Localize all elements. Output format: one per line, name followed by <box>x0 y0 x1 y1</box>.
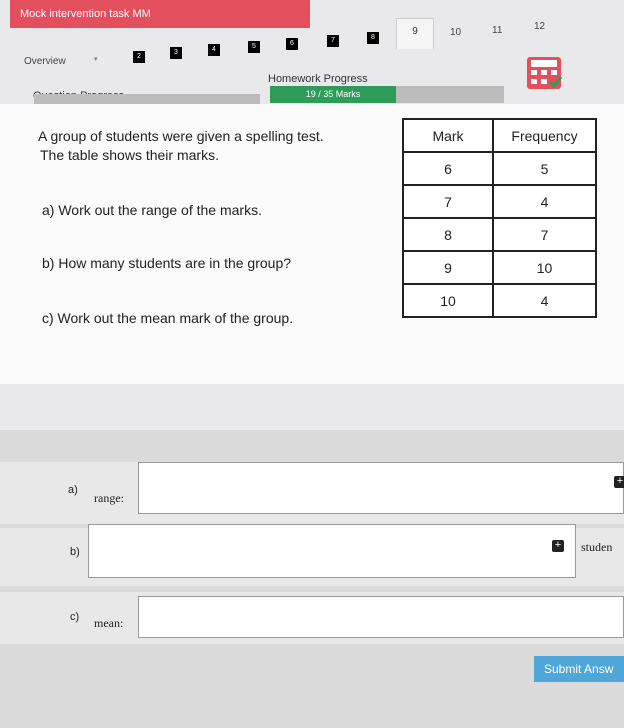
screen: Mock intervention task MM 2 3 4 5 6 7 8 … <box>0 0 624 728</box>
question-part-c: c) Work out the mean mark of the group. <box>42 310 294 326</box>
table-row: 9 10 <box>402 250 597 285</box>
answer-c-letter: c) <box>70 611 80 623</box>
cell-frequency: 7 <box>492 217 597 252</box>
tab-5[interactable]: 5 <box>248 41 260 53</box>
homework-progress-fill: 19 / 35 Marks <box>270 86 396 103</box>
homework-progress-label: Homework Progress <box>268 73 368 85</box>
submit-button[interactable]: Submit Answ <box>534 656 624 682</box>
tab-10[interactable]: 10 <box>450 27 461 38</box>
tab-12[interactable]: 12 <box>534 21 545 32</box>
cell-frequency: 5 <box>492 151 597 186</box>
table-row: 87 <box>402 217 597 252</box>
cell-frequency: 10 <box>492 250 597 285</box>
table-row: 65 <box>402 151 597 186</box>
cell-mark: 7 <box>402 184 494 219</box>
answer-c-label: mean: <box>94 616 124 630</box>
question-intro: A group of students were given a spellin… <box>38 128 324 144</box>
tab-6[interactable]: 6 <box>286 38 298 50</box>
chevron-down-icon: ▾ <box>94 56 98 63</box>
cell-frequency: 4 <box>492 184 597 219</box>
tab-overview[interactable]: Overview <box>24 56 66 67</box>
tab-8[interactable]: 8 <box>367 32 379 44</box>
table-row: 74 <box>402 184 597 219</box>
tab-3[interactable]: 3 <box>170 47 182 59</box>
cell-mark: 8 <box>402 217 494 252</box>
question-part-b: b) How many students are in the group? <box>42 255 292 271</box>
mean-input[interactable] <box>138 596 624 638</box>
cell-mark: 10 <box>402 283 494 318</box>
tab-7[interactable]: 7 <box>327 35 339 47</box>
tab-11[interactable]: 11 <box>492 25 502 36</box>
calculator-icon[interactable] <box>526 56 562 90</box>
students-input[interactable] <box>88 524 576 578</box>
header-mark: Mark <box>402 118 494 153</box>
answer-a-label: range: <box>94 491 124 505</box>
tab-4[interactable]: 4 <box>208 44 220 56</box>
range-input[interactable] <box>138 462 624 514</box>
plus-icon[interactable]: + <box>614 476 624 488</box>
tab-9[interactable]: 9 <box>396 18 434 49</box>
question-part-a: a) Work out the range of the marks. <box>42 202 262 218</box>
table-header-row: Mark Frequency <box>402 118 597 153</box>
cell-frequency: 4 <box>492 283 597 318</box>
table-row: 10 4 <box>402 283 597 318</box>
plus-icon[interactable]: + <box>552 540 564 552</box>
header-frequency: Frequency <box>492 118 597 153</box>
answer-a-letter: a) <box>68 484 78 496</box>
answer-b-letter: b) <box>70 546 80 558</box>
cell-mark: 6 <box>402 151 494 186</box>
tab-2[interactable]: 2 <box>133 51 145 63</box>
answer-b-unit: studen <box>581 540 613 554</box>
frequency-table: Mark Frequency 65 74 87 9 10 10 4 <box>402 118 597 318</box>
question-intro-2: The table shows their marks. <box>40 147 219 163</box>
cell-mark: 9 <box>402 250 494 285</box>
